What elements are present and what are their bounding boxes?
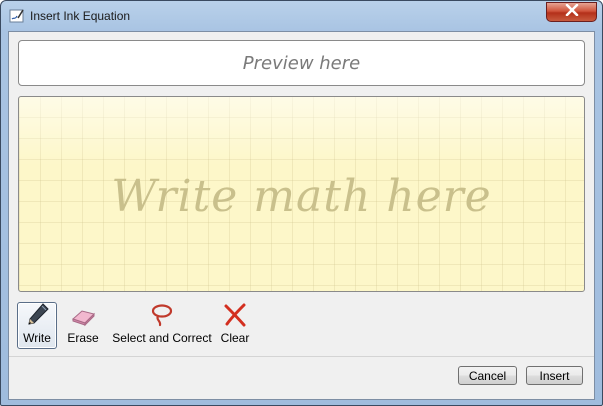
erase-tool-button[interactable]: Erase	[61, 302, 105, 349]
ink-writing-area[interactable]: Write math here	[18, 96, 585, 292]
select-and-correct-tool-label: Select and Correct	[112, 331, 212, 345]
dialog-client-area: Preview here Write math here Write Erase…	[8, 31, 595, 400]
writing-area-placeholder: Write math here	[111, 170, 492, 222]
clear-tool-button[interactable]: Clear	[217, 302, 253, 349]
equation-preview: Preview here	[18, 40, 585, 86]
clear-x-icon	[222, 302, 248, 328]
write-tool-label: Write	[23, 331, 51, 345]
ink-toolbar: Write Erase Select and Correct Clear	[17, 302, 317, 352]
pen-icon	[24, 302, 50, 328]
cancel-button[interactable]: Cancel	[458, 366, 517, 385]
insert-button[interactable]: Insert	[526, 366, 583, 385]
lasso-icon	[149, 302, 175, 328]
close-icon	[565, 3, 579, 21]
insert-ink-equation-window: Insert Ink Equation Preview here Write m…	[0, 0, 603, 406]
clear-tool-label: Clear	[220, 331, 250, 345]
erase-tool-label: Erase	[67, 331, 99, 345]
write-tool-button[interactable]: Write	[17, 302, 57, 349]
close-button[interactable]	[546, 2, 597, 22]
title-bar[interactable]: Insert Ink Equation	[1, 1, 602, 31]
select-and-correct-tool-button[interactable]: Select and Correct	[109, 302, 215, 349]
window-title: Insert Ink Equation	[30, 9, 131, 23]
eraser-icon	[70, 302, 96, 328]
preview-placeholder: Preview here	[242, 52, 361, 74]
ink-equation-app-icon	[9, 8, 25, 24]
footer-divider	[9, 356, 594, 357]
